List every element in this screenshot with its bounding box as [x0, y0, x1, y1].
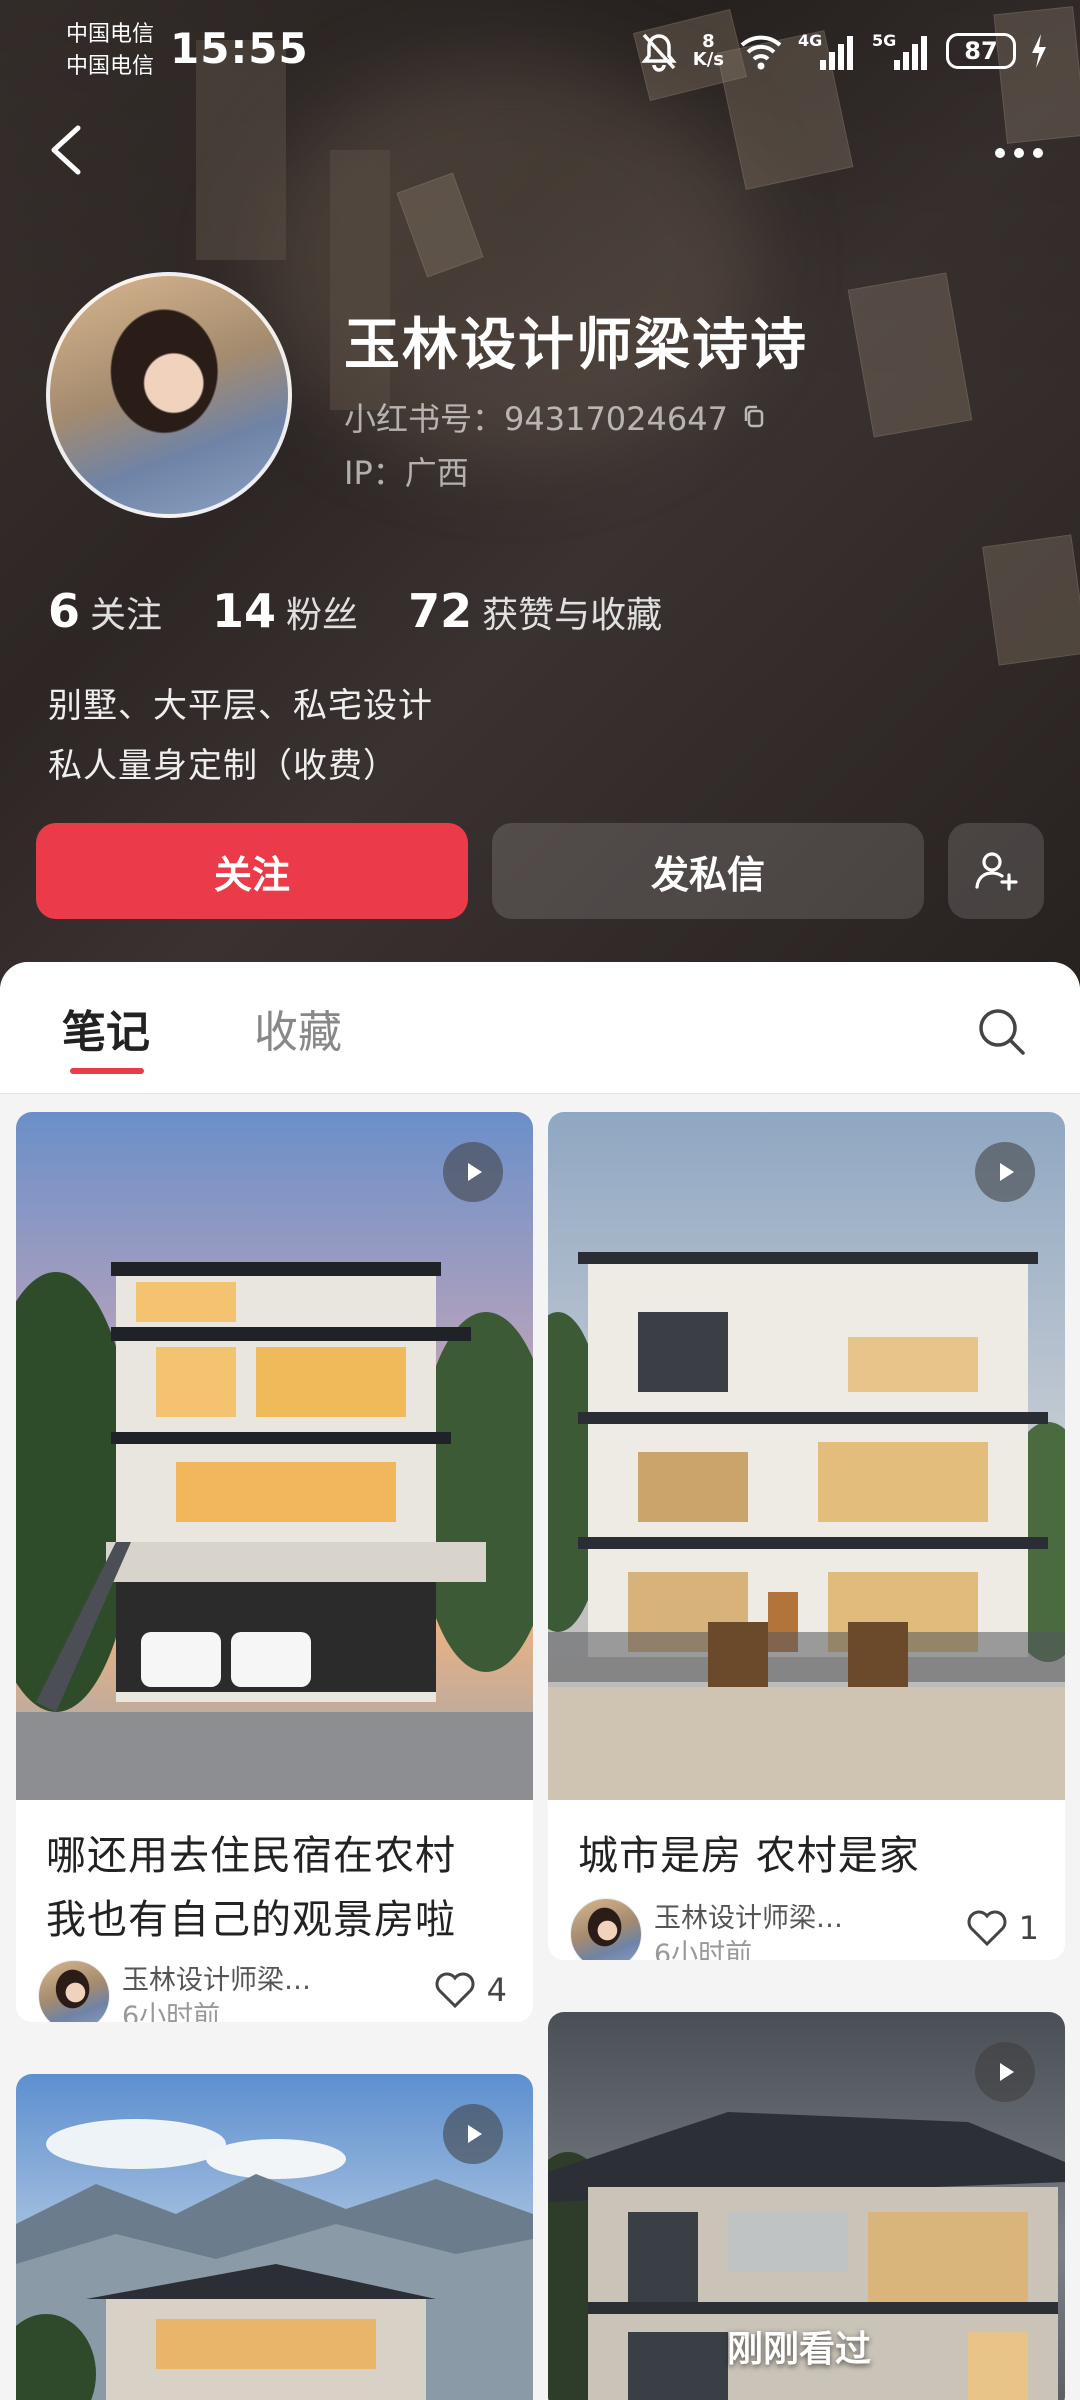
- note-title: 哪还用去住民宿在农村: [46, 1833, 456, 1879]
- search-button[interactable]: [974, 1004, 1030, 1060]
- note-card[interactable]: 哪还用去住民宿在农村 我也有自己的观景房啦 玉林设计师梁… 6小时前 4: [16, 1112, 533, 2022]
- play-icon: [975, 1142, 1035, 1202]
- play-icon: [443, 1142, 503, 1202]
- likes-stat[interactable]: 72 获赞与收藏: [408, 584, 662, 638]
- more-dot-icon: [1014, 148, 1024, 158]
- more-dot-icon: [995, 148, 1005, 158]
- note-card[interactable]: 城市是房 农村是家 玉林设计师梁… 6小时前 1: [548, 1112, 1065, 1960]
- status-icons: 8 K/s 4G 5G 87: [639, 26, 1048, 76]
- heart-icon: [435, 1972, 475, 2009]
- tab-collections[interactable]: 收藏: [254, 996, 342, 1060]
- more-options-button[interactable]: [984, 128, 1054, 178]
- author-name: 玉林设计师梁…: [654, 1903, 843, 1934]
- charging-icon: [1030, 34, 1048, 68]
- like-button[interactable]: 4: [433, 1970, 507, 2010]
- following-stat[interactable]: 6 关注: [48, 584, 162, 638]
- signal-5g-icon: 5G: [872, 30, 932, 72]
- villa-photo: [548, 1112, 1065, 1800]
- signal-5g-label: 5G: [872, 31, 896, 50]
- follow-button[interactable]: 关注: [36, 823, 468, 919]
- wifi-icon: [738, 31, 784, 71]
- chevron-left-icon: [51, 125, 81, 175]
- like-count: 4: [486, 1971, 507, 2009]
- mute-bell-icon: [639, 30, 679, 72]
- followers-label: 粉丝: [286, 595, 359, 636]
- bio-line: 别墅、大平层、私宅设计: [48, 686, 433, 726]
- back-button[interactable]: [40, 118, 96, 182]
- author-avatar: [38, 1960, 110, 2022]
- note-title: 城市是房 农村是家: [578, 1833, 920, 1879]
- recently-viewed-badge: 刚刚看过: [727, 2329, 872, 2370]
- likes-label: 获赞与收藏: [482, 595, 663, 636]
- avatar[interactable]: [46, 272, 292, 518]
- profile-name: 玉林设计师梁诗诗: [344, 313, 808, 378]
- redbook-id[interactable]: 小红书号：94317024647: [344, 394, 768, 440]
- more-dot-icon: [1033, 148, 1043, 158]
- villa-photo: [16, 1112, 533, 1800]
- message-button[interactable]: 发私信: [492, 823, 924, 919]
- following-count: 6: [48, 584, 81, 638]
- heart-icon: [967, 1910, 1007, 1947]
- note-title: 我也有自己的观景房啦: [46, 1897, 456, 1943]
- tab-bar: 笔记 收藏: [0, 962, 1080, 1094]
- add-friend-button[interactable]: [948, 823, 1044, 919]
- signal-4g-label: 4G: [798, 31, 822, 50]
- profile-stats: 6 关注 14 粉丝 72 获赞与收藏: [48, 584, 712, 638]
- bio-line: 私人量身定制（收费）: [48, 746, 398, 786]
- redbook-id-text: 小红书号：94317024647: [344, 400, 728, 438]
- status-time: 15:55: [170, 24, 309, 73]
- like-button[interactable]: 1: [965, 1908, 1039, 1948]
- battery-indicator: 87: [946, 33, 1016, 69]
- followers-count: 14: [212, 584, 277, 638]
- post-time: 6小时前: [654, 1939, 753, 1960]
- play-icon: [443, 2104, 503, 2164]
- carrier-label: 中国电信: [66, 22, 155, 47]
- content-panel: 笔记 收藏 哪还用去住民宿在农村 我也有自己的观景房啦 玉林设计师梁… 6小时前…: [0, 962, 1080, 2400]
- signal-4g-icon: 4G: [798, 30, 858, 72]
- author-avatar: [570, 1898, 642, 1960]
- tab-notes[interactable]: 笔记: [62, 996, 150, 1060]
- add-user-icon: [975, 852, 1018, 891]
- net-speed-unit: K/s: [692, 49, 724, 70]
- status-bar: 中国电信 中国电信 15:55 8 K/s 4G 5G 87: [0, 0, 1080, 100]
- profile-header: 中国电信 中国电信 15:55 8 K/s 4G 5G 87 玉林设计师梁诗诗 …: [0, 0, 1080, 1000]
- following-label: 关注: [90, 595, 163, 636]
- carrier-label: 中国电信: [66, 54, 155, 79]
- play-icon: [975, 2042, 1035, 2102]
- likes-count: 72: [408, 584, 473, 638]
- like-count: 1: [1018, 1909, 1039, 1947]
- followers-stat[interactable]: 14 粉丝: [212, 584, 358, 638]
- copy-icon[interactable]: [740, 403, 768, 431]
- ip-location: IP：广西: [344, 454, 469, 492]
- search-icon: [979, 1009, 1025, 1055]
- note-card[interactable]: [16, 2074, 533, 2400]
- author-name: 玉林设计师梁…: [122, 1965, 311, 1996]
- net-speed: 8 K/s: [693, 33, 724, 69]
- tab-active-indicator: [70, 1068, 144, 1074]
- post-time: 6小时前: [122, 2001, 221, 2022]
